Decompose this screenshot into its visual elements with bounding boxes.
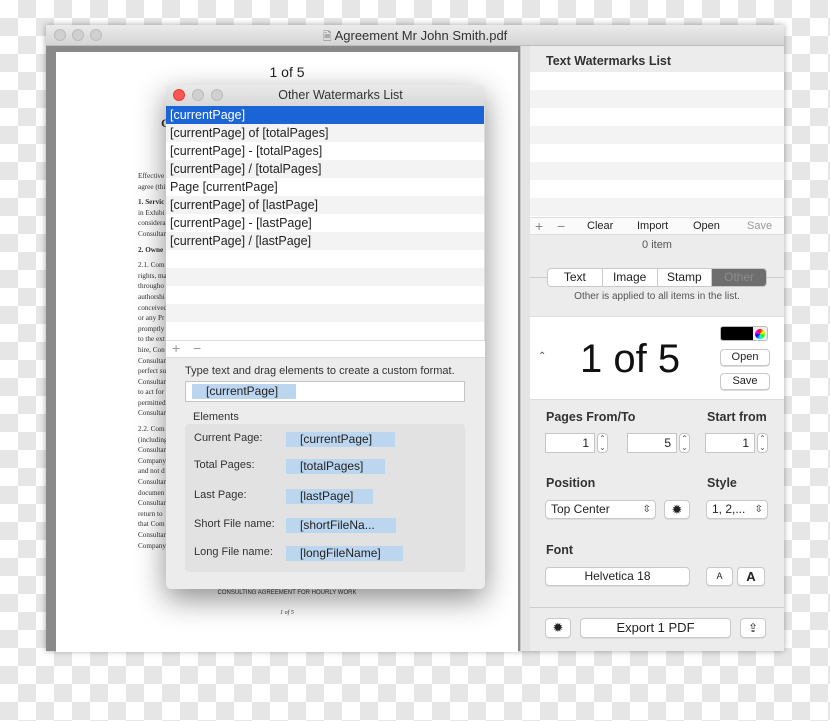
instruction-text: Type text and drag elements to create a … <box>185 365 455 377</box>
tab-text[interactable]: Text <box>548 269 602 286</box>
document-footer-page: 1 of 5 <box>280 610 294 616</box>
close-button[interactable] <box>54 29 66 41</box>
item-count: 0 item <box>642 239 672 251</box>
preview-save-button[interactable]: Save <box>720 373 770 390</box>
add-button[interactable]: + <box>535 218 543 234</box>
start-from-stepper[interactable]: ⌃ ⌄ <box>757 433 768 453</box>
dialog-add-button[interactable]: + <box>172 341 180 356</box>
font-smaller-button[interactable]: A <box>706 567 733 586</box>
color-well[interactable] <box>720 326 768 341</box>
share-button[interactable]: ⇪ <box>740 618 766 638</box>
format-input[interactable]: [currentPage] <box>185 381 465 402</box>
font-button[interactable]: Helvetica 18 <box>545 567 690 586</box>
elements-label: Elements <box>193 411 239 423</box>
type-tabs: Text Image Stamp Other <box>547 268 767 287</box>
chevron-updown-icon: ⇳ <box>754 504 763 515</box>
dialog-minimize-button[interactable] <box>192 89 204 101</box>
window-title: Agreement Mr John Smith.pdf <box>334 28 508 43</box>
chevron-updown-icon: ⇳ <box>642 504 651 515</box>
format-list-item[interactable]: [currentPage] of [totalPages] <box>166 124 484 142</box>
element-token[interactable]: [currentPage] <box>286 432 395 447</box>
position-gear-button[interactable]: ✹ <box>664 500 690 519</box>
dialog-remove-button[interactable]: − <box>193 341 201 356</box>
settings-panel: Text Watermarks List + − Clear Import Op… <box>530 46 784 651</box>
element-label: Short File name: <box>194 518 275 530</box>
document-footer: CONSULTING AGREEMENT FOR HOURLY WORK <box>217 590 357 596</box>
pages-label: Pages From/To <box>546 410 636 424</box>
open-button[interactable]: Open <box>693 218 720 234</box>
preview-text: 1 of 5 <box>580 337 681 381</box>
save-button[interactable]: Save <box>747 218 772 234</box>
title-bar: 🗎 Agreement Mr John Smith.pdf <box>46 25 784 46</box>
page-to-stepper[interactable]: ⌃ ⌄ <box>679 433 690 453</box>
export-button[interactable]: Export 1 PDF <box>580 618 731 638</box>
format-list-item[interactable]: [currentPage] <box>166 106 484 124</box>
share-icon: ⇪ <box>747 621 759 635</box>
text-watermarks-list[interactable] <box>530 72 784 217</box>
tab-hint: Other is applied to all items in the lis… <box>574 291 740 302</box>
tab-stamp[interactable]: Stamp <box>656 269 712 286</box>
font-label: Font <box>546 543 574 557</box>
pdf-file-icon: 🗎 <box>322 31 335 43</box>
page-number-watermark: 1 of 5 <box>269 64 305 80</box>
format-list-item[interactable]: [currentPage] of [lastPage] <box>166 196 484 214</box>
format-list-item[interactable]: [currentPage] / [totalPages] <box>166 160 484 178</box>
format-list-item[interactable]: Page [currentPage] <box>166 178 484 196</box>
zoom-button[interactable] <box>90 29 102 41</box>
dialog-title: Other Watermarks List <box>278 88 403 102</box>
font-larger-button[interactable]: A <box>737 567 765 586</box>
start-label: Start from <box>707 410 767 424</box>
preview-open-button[interactable]: Open <box>720 349 770 366</box>
elements-box: Current Page: [currentPage] Total Pages: [t… <box>185 424 465 572</box>
tab-other[interactable]: Other <box>711 269 766 286</box>
position-value: Top Center <box>551 502 610 516</box>
page-from-input[interactable]: 1 <box>545 433 595 453</box>
panel-title: Text Watermarks List <box>546 54 672 68</box>
preview-area: ⌃ 1 of 5 Open Save <box>530 316 784 400</box>
element-label: Current Page: <box>194 432 263 444</box>
dialog-title-bar: Other Watermarks List <box>166 85 485 106</box>
split-divider[interactable] <box>520 46 530 651</box>
gear-icon: ✹ <box>552 620 564 635</box>
format-list-item[interactable]: [currentPage] - [totalPages] <box>166 142 484 160</box>
minimize-button[interactable] <box>72 29 84 41</box>
style-select[interactable]: 1, 2,... ⇳ <box>706 500 768 519</box>
position-label: Position <box>546 476 596 490</box>
format-list-item[interactable]: [currentPage] / [lastPage] <box>166 232 484 250</box>
element-token[interactable]: [lastPage] <box>286 489 373 504</box>
format-token[interactable]: [currentPage] <box>192 384 296 399</box>
color-wheel-icon <box>755 329 765 339</box>
start-from-input[interactable]: 1 <box>705 433 755 453</box>
element-label: Total Pages: <box>194 459 255 471</box>
import-button[interactable]: Import <box>637 218 668 234</box>
element-label: Last Page: <box>194 489 247 501</box>
position-select[interactable]: Top Center ⇳ <box>545 500 656 519</box>
style-value: 1, 2,... <box>712 502 746 516</box>
style-label: Style <box>707 476 737 490</box>
tab-image[interactable]: Image <box>601 269 657 286</box>
stepper-icon[interactable]: ⌃ <box>538 351 546 362</box>
element-token[interactable]: [longFileName] <box>286 546 403 561</box>
page-from-stepper[interactable]: ⌃ ⌄ <box>597 433 608 453</box>
element-token[interactable]: [shortFileNa... <box>286 518 396 533</box>
format-list-item[interactable]: [currentPage] - [lastPage] <box>166 214 484 232</box>
clear-button[interactable]: Clear <box>587 218 613 234</box>
gear-icon: ✹ <box>671 502 683 517</box>
watermark-format-list[interactable]: [currentPage] [currentPage] of [totalPage… <box>166 106 485 340</box>
dialog-close-button[interactable] <box>173 89 185 101</box>
element-label: Long File name: <box>194 546 273 558</box>
other-watermarks-dialog: Other Watermarks List [currentPage] [curr… <box>166 85 485 589</box>
settings-button[interactable]: ✹ <box>545 618 571 638</box>
element-token[interactable]: [totalPages] <box>286 459 385 474</box>
remove-button[interactable]: − <box>557 218 565 234</box>
dialog-zoom-button[interactable] <box>211 89 223 101</box>
page-to-input[interactable]: 5 <box>627 433 677 453</box>
